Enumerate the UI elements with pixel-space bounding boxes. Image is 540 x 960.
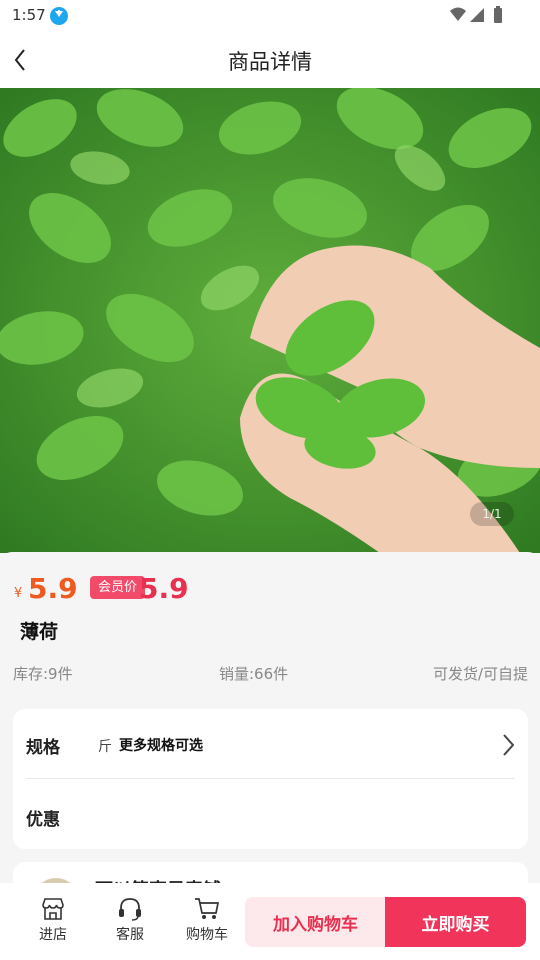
- delivery-info: 可发货/可自提: [432, 665, 528, 683]
- headset-icon: [100, 897, 160, 921]
- price: 5.9: [28, 572, 78, 605]
- tab-service[interactable]: 客服: [100, 897, 160, 944]
- currency-symbol: ¥: [14, 586, 23, 601]
- tab-cart-label: 购物车: [186, 927, 228, 943]
- store-icon: [23, 897, 83, 921]
- status-bar: 1:57: [0, 0, 540, 32]
- download-icon: [50, 7, 68, 25]
- wifi-icon: [450, 7, 466, 21]
- spec-more: 更多规格可选: [119, 738, 203, 754]
- nav-bar: 商品详情: [0, 32, 540, 88]
- product-name: 薄荷: [20, 621, 59, 643]
- cart-icon: [177, 897, 237, 921]
- spec-label: 规格: [26, 738, 60, 758]
- page-title: 商品详情: [228, 50, 312, 74]
- spec-unit: 斤: [98, 739, 112, 755]
- divider: [26, 778, 515, 779]
- image-counter: 1/1: [470, 502, 514, 526]
- spec-card: 规格 斤 更多规格可选 优惠: [13, 709, 528, 849]
- battery-icon: [494, 8, 502, 23]
- bottom-action-bar: 进店 客服 购物车 加入购物车 立即购买: [0, 883, 540, 960]
- stock-count: 库存:9件: [13, 665, 73, 683]
- tab-store[interactable]: 进店: [23, 897, 83, 944]
- status-icons: [448, 6, 508, 30]
- tab-service-label: 客服: [116, 927, 144, 943]
- add-to-cart-button[interactable]: 加入购物车: [245, 897, 386, 947]
- vip-badge: 会员价: [90, 576, 145, 599]
- signal-icon: [470, 8, 484, 22]
- promo-label[interactable]: 优惠: [26, 805, 60, 830]
- chevron-right-icon[interactable]: [502, 733, 516, 757]
- product-image[interactable]: 1/1: [0, 88, 540, 553]
- buy-now-button[interactable]: 立即购买: [385, 897, 526, 947]
- sales-count: 销量:66件: [219, 665, 289, 683]
- tab-cart[interactable]: 购物车: [177, 897, 237, 944]
- product-stats: 库存:9件 销量:66件 可发货/可自提: [13, 663, 528, 685]
- status-time: 1:57: [12, 6, 46, 24]
- vip-price: 5.9: [139, 572, 189, 605]
- tab-store-label: 进店: [39, 927, 67, 943]
